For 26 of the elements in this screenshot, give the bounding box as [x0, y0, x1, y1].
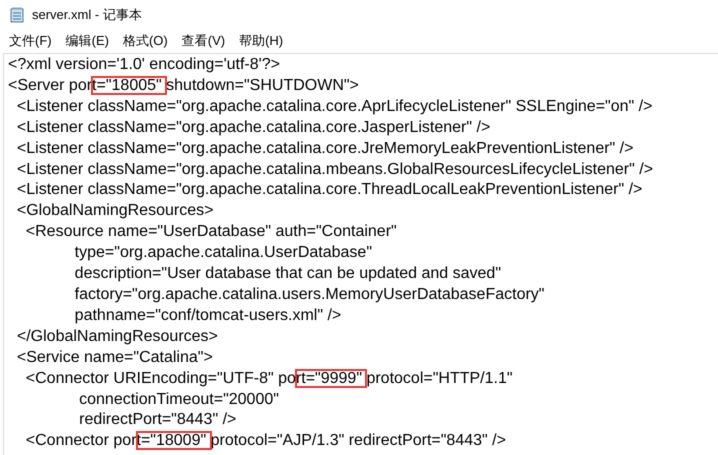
notepad-icon [10, 7, 24, 23]
code-line: <Server port="18005" shutdown="SHUTDOWN"> [8, 76, 359, 96]
window-title: server.xml - 记事本 [32, 6, 142, 24]
code-line: pathname="conf/tomcat-users.xml" /> [74, 306, 342, 326]
code-line: <Listener className="org.apache.catalina.mbeans.GlobalResourcesLifecycleListener" /> [16, 160, 654, 180]
code-line: <Listener className="org.apache.catalina.core.JreMemoryLeakPreventionListener" /> [16, 138, 634, 159]
code-line: <Service name="Catalina"> [16, 348, 213, 368]
menu-item[interactable]: 格式(O) [116, 30, 175, 52]
menu-item[interactable]: 编辑(E) [58, 30, 116, 52]
code-line: <GlobalNamingResources> [16, 201, 214, 222]
code-line: <?xml version='1.0' encoding='utf-8'?> [8, 55, 280, 75]
code-line: </GlobalNamingResources> [16, 326, 218, 347]
menu-item[interactable]: 查看(V) [174, 30, 232, 52]
code-line: <Connector port="18009" protocol="AJP/1.3" redirectPort="8443" /> [24, 431, 506, 452]
menu-item[interactable]: 文件(F) [2, 30, 59, 52]
code-line: <Listener className="org.apache.catalina.core.AprLifecycleListener" SSLEngine="on" /> [16, 96, 652, 117]
code-line: <Listener className="org.apache.catalina.core.ThreadLocalLeakPreventionListener" /> [16, 180, 642, 200]
code-line: connectionTimeout="20000" [78, 390, 279, 410]
code-line: description="User database that can be updated and saved" [74, 264, 501, 284]
code-line: <Listener className="org.apache.catalina.core.JasperListener" /> [16, 118, 490, 138]
code-line: redirectPort="8443" /> [78, 410, 236, 430]
code-line: factory="org.apache.catalina.users.MemoryUserDatabaseFactory" [74, 284, 544, 305]
code-line: <Resource name="UserDatabase" auth="Container" [24, 222, 397, 242]
code-line: <Connector URIEncoding="UTF-8" port="9999" protocol="HTTP/1.1" [24, 368, 513, 389]
code-line: type="org.apache.catalina.UserDatabase" [74, 243, 372, 264]
menu-item[interactable]: 帮助(H) [232, 30, 290, 52]
